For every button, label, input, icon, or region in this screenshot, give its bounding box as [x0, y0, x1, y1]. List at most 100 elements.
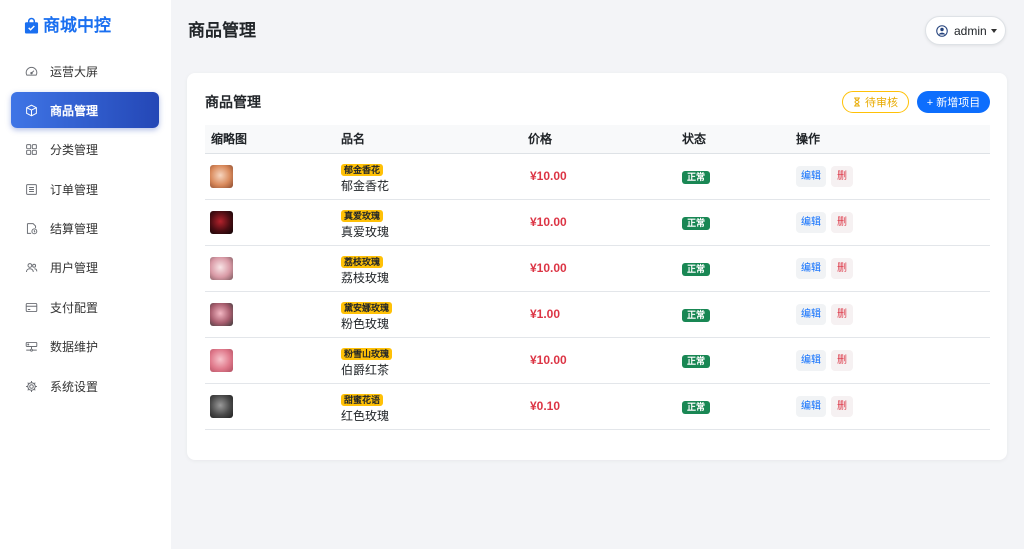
sidebar-item-settings[interactable]: 系统设置 — [11, 368, 159, 404]
delete-button[interactable]: 删 — [831, 257, 853, 279]
product-tag-badge: 荔枝玫瑰 — [341, 255, 384, 268]
product-tag-badge: 甜蜜花语 — [341, 393, 384, 406]
sidebar: 商城中控 运营大屏 商品管理 分类管理 订单管理 结算管理 用户管理 支付配置 … — [0, 0, 171, 549]
edit-button[interactable]: 编辑 — [796, 349, 826, 371]
actions-cell: 编辑删 — [790, 245, 990, 292]
actions-cell: 编辑删 — [790, 383, 990, 430]
price-cell: ¥10.00 — [522, 337, 676, 384]
delete-button[interactable]: 删 — [831, 303, 853, 325]
sidebar-item-label: 订单管理 — [50, 182, 99, 197]
bag-check-icon — [24, 17, 39, 35]
product-name: 伯爵红茶 — [341, 362, 390, 377]
name-cell: 黛安娜玫瑰 粉色玫瑰 — [335, 291, 522, 338]
edit-button[interactable]: 编辑 — [796, 395, 826, 417]
sidebar-item-categories[interactable]: 分类管理 — [11, 132, 159, 168]
sidebar-item-label: 支付配置 — [50, 300, 99, 315]
product-thumbnail — [210, 210, 233, 234]
list-icon — [25, 183, 38, 196]
name-cell: 郁金香花 郁金香花 — [335, 153, 522, 200]
product-thumbnail — [210, 164, 233, 188]
product-name: 真爱玫瑰 — [341, 224, 390, 239]
table-row: 甜蜜花语红色玫瑰 ¥0.10 正常 编辑删 — [205, 383, 990, 430]
sidebar-item-label: 数据维护 — [50, 340, 99, 355]
table-row: 郁金香花 郁金香花 ¥10.00 正常 编辑删 — [205, 153, 990, 200]
file-clock-icon — [25, 222, 38, 235]
status-badge: 正常 — [682, 354, 711, 368]
hourglass-icon — [853, 97, 861, 107]
edit-button[interactable]: 编辑 — [796, 165, 826, 187]
speedometer-icon — [25, 65, 38, 78]
product-tag-badge: 郁金香花 — [341, 163, 384, 176]
product-thumbnail — [210, 302, 233, 326]
sidebar-item-settlement[interactable]: 结算管理 — [11, 211, 159, 247]
card-title: 商品管理 — [205, 94, 261, 110]
column-header-status: 状态 — [676, 125, 790, 154]
add-item-button[interactable]: + 新增项目 — [917, 91, 990, 113]
delete-button[interactable]: 删 — [831, 211, 853, 233]
sidebar-item-label: 运营大屏 — [50, 64, 99, 79]
table-row: 黛安娜玫瑰 粉色玫瑰 ¥1.00 正常 编辑删 — [205, 291, 990, 338]
sidebar-menu: 运营大屏 商品管理 分类管理 订单管理 结算管理 用户管理 支付配置 数据维护 — [11, 53, 159, 408]
price-cell: ¥1.00 — [522, 291, 676, 338]
sidebar-item-orders[interactable]: 订单管理 — [11, 171, 159, 207]
table-header-row: 缩略图 品名 价格 状态 操作 — [205, 125, 990, 154]
grid-icon — [25, 143, 38, 156]
user-menu-button[interactable]: admin — [925, 16, 1006, 45]
edit-button[interactable]: 编辑 — [796, 211, 826, 233]
product-tag-badge: 粉雪山玫瑰 — [341, 347, 393, 360]
product-name: 郁金香花 — [341, 178, 390, 193]
name-cell: 甜蜜花语 红色玫瑰 — [335, 383, 522, 430]
brand-name: 商城中控 — [43, 16, 111, 35]
delete-button[interactable]: 删 — [831, 349, 853, 371]
products-table: 缩略图 品名 价格 状态 操作 郁金香花 郁金香花 ¥10.00 正常 编辑删 真… — [205, 125, 990, 430]
column-header-price: 价格 — [522, 125, 676, 154]
delete-button[interactable]: 删 — [831, 165, 853, 187]
edit-button[interactable]: 编辑 — [796, 303, 826, 325]
table-row: 真爱玫瑰 真爱玫瑰 ¥10.00 正常 编辑删 — [205, 199, 990, 246]
actions-cell: 编辑删 — [790, 291, 990, 338]
pending-review-button[interactable]: 待审核 — [842, 91, 909, 113]
sidebar-item-payment[interactable]: 支付配置 — [11, 289, 159, 325]
username: admin — [954, 23, 987, 38]
status-badge: 正常 — [682, 308, 711, 322]
box-icon — [25, 104, 38, 117]
thumbnail-cell — [205, 291, 335, 338]
brand-logo[interactable]: 商城中控 — [24, 16, 111, 36]
status-cell: 正常 — [676, 291, 790, 338]
price-cell: ¥10.00 — [522, 153, 676, 200]
product-name: 粉色玫瑰 — [341, 316, 390, 331]
product-price: ¥10.00 — [530, 353, 567, 367]
status-cell: 正常 — [676, 383, 790, 430]
thumbnail-cell — [205, 245, 335, 292]
sidebar-item-products[interactable]: 商品管理 — [11, 92, 159, 129]
actions-cell: 编辑删 — [790, 337, 990, 384]
product-thumbnail — [210, 394, 233, 418]
product-price: ¥10.00 — [530, 261, 567, 275]
product-name: 荔枝玫瑰 — [341, 270, 390, 285]
product-price: ¥0.10 — [530, 399, 561, 413]
column-header-thumbnail: 缩略图 — [205, 125, 335, 154]
product-tag-badge: 真爱玫瑰 — [341, 209, 384, 222]
price-cell: ¥10.00 — [522, 245, 676, 292]
credit-card-icon — [25, 301, 38, 314]
status-cell: 正常 — [676, 337, 790, 384]
product-price: ¥10.00 — [530, 169, 567, 183]
table-row: 粉雪山玫瑰伯爵红茶 ¥10.00 正常 编辑删 — [205, 337, 990, 384]
edit-button[interactable]: 编辑 — [796, 257, 826, 279]
table-row: 荔枝玫瑰 荔枝玫瑰 ¥10.00 正常 编辑删 — [205, 245, 990, 292]
product-thumbnail — [210, 256, 233, 280]
sidebar-item-users[interactable]: 用户管理 — [11, 250, 159, 286]
price-cell: ¥10.00 — [522, 199, 676, 246]
product-name: 红色玫瑰 — [341, 408, 390, 423]
status-badge: 正常 — [682, 400, 711, 414]
status-cell: 正常 — [676, 153, 790, 200]
sidebar-item-dashboard[interactable]: 运营大屏 — [11, 53, 159, 89]
hdd-network-icon — [25, 340, 38, 353]
pending-review-label: 待审核 — [865, 97, 898, 109]
status-badge: 正常 — [682, 216, 711, 230]
sidebar-item-data-maintenance[interactable]: 数据维护 — [11, 329, 159, 365]
products-card: 商品管理 待审核 + 新增项目 缩略图 品名 价格 状态 操作 郁金香花 郁金香花… — [187, 73, 1007, 460]
person-circle-icon — [936, 24, 948, 37]
sidebar-item-label: 系统设置 — [50, 379, 99, 394]
delete-button[interactable]: 删 — [831, 395, 853, 417]
